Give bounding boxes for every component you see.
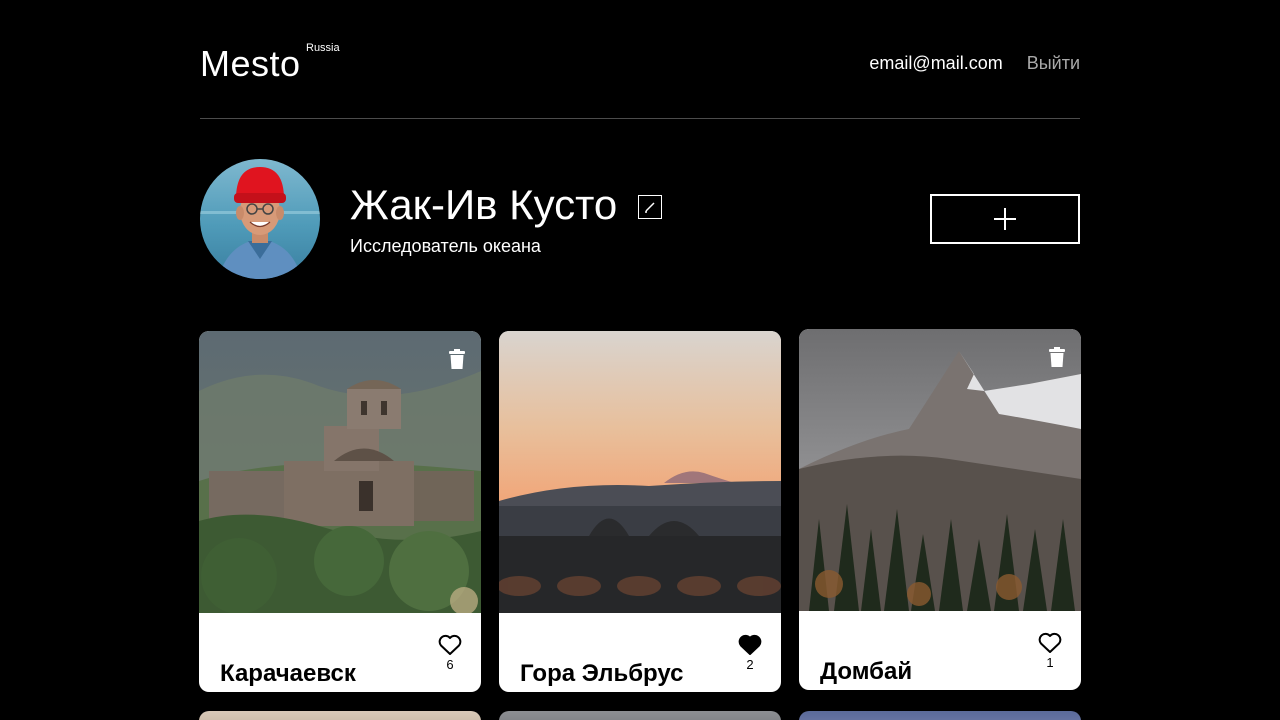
- card-title: Гора Эльбрус: [520, 659, 684, 687]
- edit-profile-button[interactable]: [637, 195, 662, 219]
- card-image[interactable]: [799, 329, 1081, 611]
- delete-card-button[interactable]: [1048, 347, 1066, 367]
- like-count: 2: [746, 657, 754, 672]
- add-card-button[interactable]: [930, 194, 1080, 244]
- card-footer: Карачаевск 6: [199, 613, 481, 692]
- heart-icon: [438, 634, 462, 655]
- heart-icon: [1038, 632, 1062, 653]
- like-button[interactable]: [1038, 632, 1062, 654]
- card-title: Карачаевск: [220, 659, 356, 687]
- logout-link[interactable]: Выйти: [1027, 52, 1080, 74]
- like-group: 1: [1038, 632, 1062, 671]
- pencil-icon: [644, 202, 655, 213]
- logo-text: Mesto: [200, 43, 301, 84]
- profile-about: Исследователь океана: [350, 236, 541, 256]
- like-count: 1: [1046, 655, 1054, 670]
- like-group: 6: [438, 634, 462, 673]
- card-image[interactable]: [199, 331, 481, 613]
- card-peek[interactable]: [499, 711, 781, 720]
- card-image-karachaevsk: [199, 331, 481, 613]
- trash-icon: [449, 349, 465, 369]
- delete-card-button[interactable]: [448, 349, 466, 369]
- like-count: 6: [446, 657, 454, 672]
- card-footer: Домбай 1: [799, 611, 1081, 690]
- card: Гора Эльбрус 2: [499, 331, 781, 692]
- logo[interactable]: Mesto Russia: [200, 42, 340, 84]
- profile: Жак-Ив Кусто Исследователь океана: [200, 159, 1080, 279]
- page: Mesto Russia email@mail.com Выйти Жак-Ив…: [0, 0, 1280, 720]
- card-peek[interactable]: [199, 711, 481, 720]
- logo-superscript: Russia: [306, 42, 340, 54]
- card-image[interactable]: [499, 331, 781, 613]
- card-peek[interactable]: [799, 711, 1081, 720]
- heart-filled-icon: [738, 634, 762, 655]
- card: Карачаевск 6: [199, 331, 481, 692]
- trash-icon: [1049, 347, 1065, 367]
- card-image-dombai: [799, 329, 1081, 611]
- like-button[interactable]: [738, 634, 762, 656]
- user-email: email@mail.com: [869, 53, 1003, 73]
- avatar[interactable]: [200, 159, 320, 279]
- header: Mesto Russia email@mail.com Выйти: [200, 0, 1080, 119]
- like-button[interactable]: [438, 634, 462, 656]
- card-footer: Гора Эльбрус 2: [499, 613, 781, 692]
- card-title: Домбай: [820, 657, 913, 685]
- like-group: 2: [738, 634, 762, 673]
- avatar-image: [200, 159, 320, 279]
- plus-icon: [994, 208, 1016, 230]
- card-image-elbrus: [499, 331, 781, 613]
- header-nav: email@mail.com Выйти: [869, 52, 1080, 74]
- card: Домбай 1: [799, 329, 1081, 690]
- profile-info: Жак-Ив Кусто Исследователь океана: [350, 181, 662, 257]
- profile-name: Жак-Ив Кусто: [350, 181, 618, 228]
